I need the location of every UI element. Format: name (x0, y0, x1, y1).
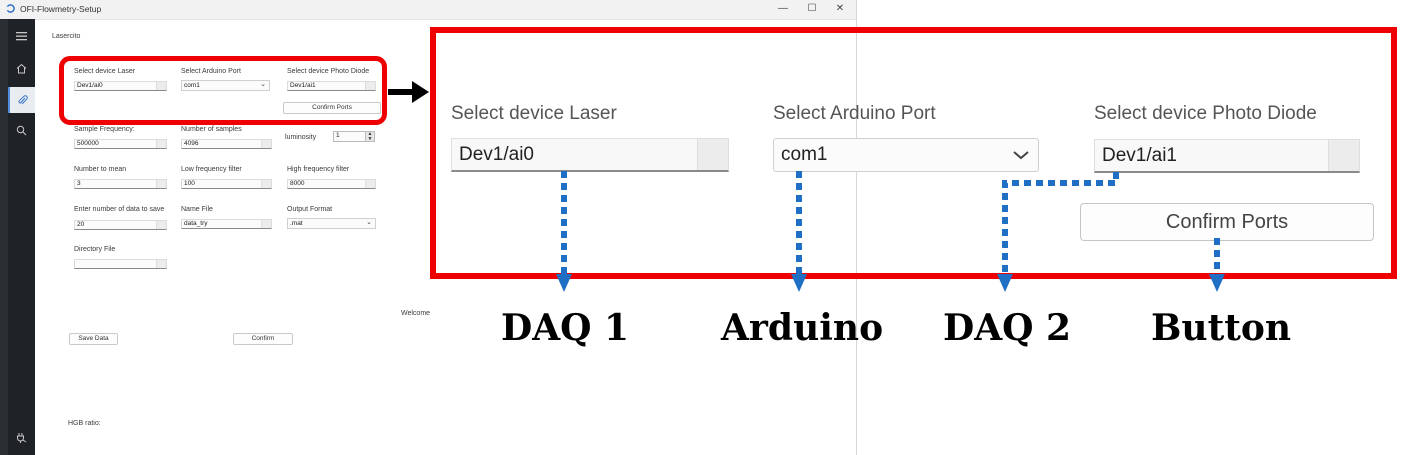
daq2-connector (1002, 172, 1119, 274)
daq1-annotation: DAQ 1 (501, 307, 630, 349)
daq2-arrowhead (997, 274, 1013, 292)
daq2-annotation: DAQ 2 (943, 307, 1072, 349)
arduino-arrowhead (791, 274, 807, 292)
button-annotation: Button (1151, 307, 1292, 349)
arduino-annotation: Arduino (721, 307, 884, 349)
button-arrowhead (1209, 274, 1225, 292)
connector-lines (556, 171, 1225, 292)
daq1-arrowhead (556, 274, 572, 292)
